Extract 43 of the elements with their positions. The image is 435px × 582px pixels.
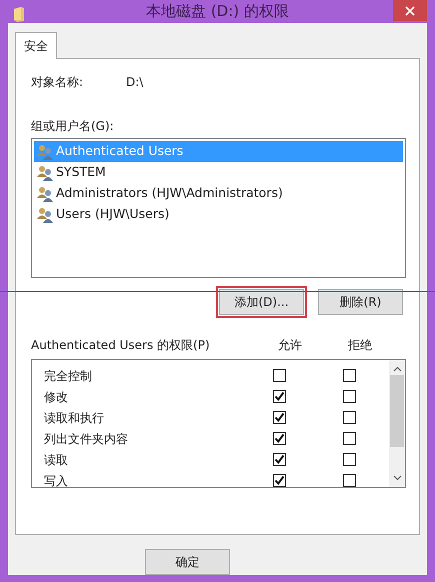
permission-name: 列出文件夹内容 <box>43 430 129 448</box>
checkbox[interactable] <box>342 390 356 403</box>
close-icon <box>405 6 415 16</box>
checkbox[interactable] <box>272 390 286 403</box>
users-icon <box>37 186 54 202</box>
checkbox[interactable] <box>342 432 356 445</box>
checkbox[interactable] <box>272 453 286 466</box>
section-label: 组或用户名(G): <box>31 118 115 135</box>
ok-button[interactable]: 确定 <box>145 549 230 575</box>
checkbox[interactable] <box>342 411 356 424</box>
users-icon <box>37 164 54 180</box>
permission-name: 写入 <box>43 472 69 487</box>
scroll-up-icon[interactable] <box>392 366 402 372</box>
scrollbar[interactable] <box>389 360 405 487</box>
dialog-button[interactable]: 添加(D)... <box>219 289 304 315</box>
list-item[interactable]: Users (HJW\Users) <box>34 204 403 225</box>
checkbox[interactable] <box>342 453 356 466</box>
checkbox[interactable] <box>342 474 356 487</box>
checkbox[interactable] <box>272 474 286 487</box>
field-value: D:\ <box>126 74 144 91</box>
scroll-down-icon[interactable] <box>392 475 402 481</box>
column-header: 允许 <box>277 337 303 354</box>
scroll-thumb[interactable] <box>390 375 404 447</box>
list-item[interactable]: SYSTEM <box>34 162 403 183</box>
folder-icon <box>14 7 24 22</box>
list-item[interactable]: Administrators (HJW\Administrators) <box>34 183 403 204</box>
users-icon <box>37 206 54 222</box>
field-label: 对象名称: <box>31 74 84 91</box>
permission-name: 修改 <box>43 388 69 406</box>
checkbox[interactable] <box>272 411 286 424</box>
users-icon <box>37 144 54 160</box>
permission-name: 完全控制 <box>43 368 93 384</box>
checkbox[interactable] <box>272 432 286 445</box>
checkbox[interactable] <box>342 369 356 382</box>
window-title: 本地磁盘 (D:) 的权限 <box>146 1 289 22</box>
column-header: 拒绝 <box>347 337 373 354</box>
close-button[interactable] <box>393 0 427 21</box>
permissions-label: Authenticated Users 的权限(P) <box>31 337 211 354</box>
permission-name: 读取和执行 <box>43 410 105 426</box>
dialog-button[interactable]: 删除(R) <box>318 289 403 315</box>
permission-name: 读取 <box>43 452 69 468</box>
tab[interactable]: 安全 <box>15 32 57 59</box>
checkbox[interactable] <box>272 369 286 382</box>
